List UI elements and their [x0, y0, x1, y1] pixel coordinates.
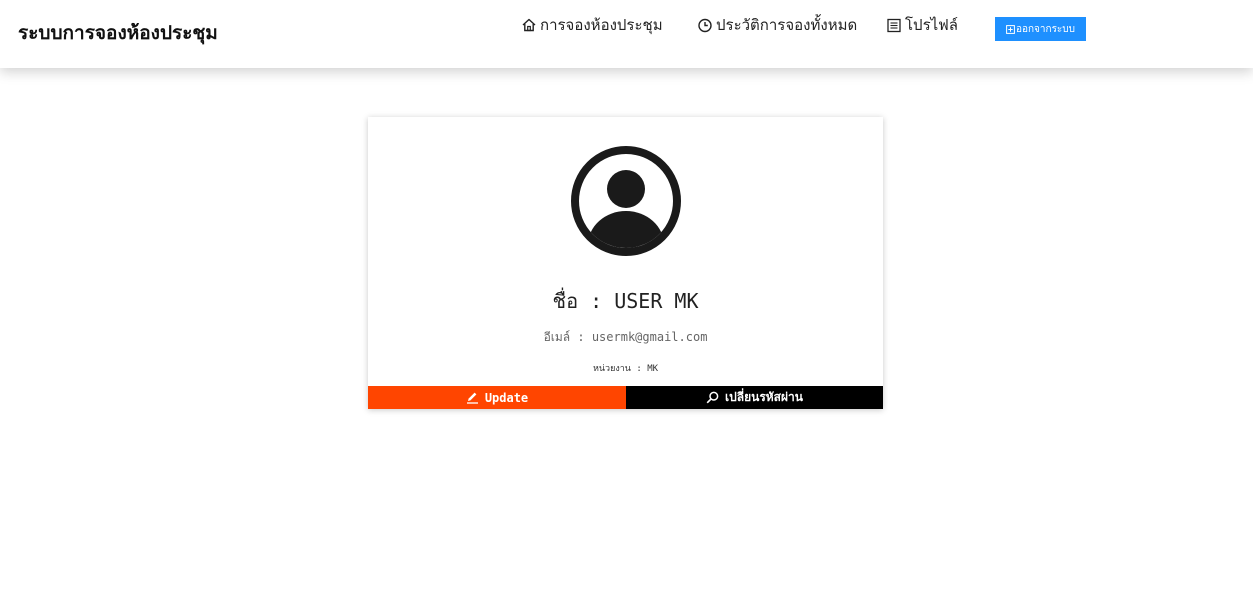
app-title: ระบบการจองห้องประชุม	[18, 22, 218, 44]
home-icon	[521, 17, 537, 33]
list-icon	[886, 17, 902, 33]
search-key-icon	[706, 391, 719, 404]
nav-history[interactable]: ประวัติการจองทั้งหมด	[697, 13, 857, 37]
user-name: ชื่อ : USER MK	[552, 289, 699, 313]
nav-profile[interactable]: โปรไฟล์	[886, 13, 958, 37]
nav-booking[interactable]: การจองห้องประชุม	[521, 13, 663, 37]
top-navbar: ระบบการจองห้องประชุม การจองห้องประชุม ปร…	[0, 0, 1253, 68]
nav-booking-label: การจองห้องประชุม	[540, 16, 663, 34]
user-department: หน่วยงาน : MK	[592, 364, 659, 374]
pencil-icon	[466, 391, 479, 404]
nav-profile-label: โปรไฟล์	[905, 16, 958, 34]
update-button[interactable]: Update	[368, 386, 626, 409]
logout-icon	[1006, 24, 1015, 34]
user-email: อีเมล์ : usermk@gmail.com	[543, 330, 708, 344]
logout-button[interactable]: ออกจากระบบ	[995, 17, 1086, 41]
profile-card: ชื่อ : USER MK อีเมล์ : usermk@gmail.com…	[368, 117, 883, 409]
change-password-button[interactable]: เปลี่ยนรหัสผ่าน	[626, 386, 883, 409]
logout-label: ออกจากระบบ	[1015, 23, 1076, 35]
update-label: Update	[484, 390, 529, 405]
user-circle-icon	[570, 145, 682, 257]
change-password-label: เปลี่ยนรหัสผ่าน	[725, 390, 803, 404]
clock-icon	[697, 17, 713, 33]
nav-history-label: ประวัติการจองทั้งหมด	[716, 16, 858, 34]
